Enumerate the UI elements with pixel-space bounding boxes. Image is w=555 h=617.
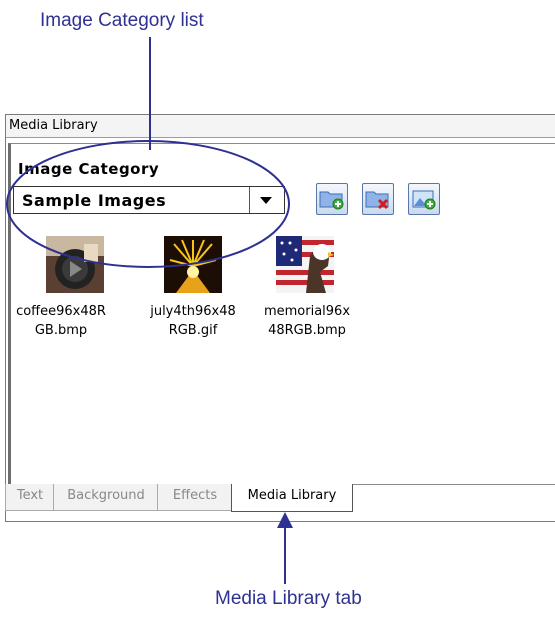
highlight-ellipse bbox=[6, 140, 290, 268]
arrow-up-icon bbox=[277, 512, 293, 528]
annotation-overlay bbox=[6, 37, 293, 584]
